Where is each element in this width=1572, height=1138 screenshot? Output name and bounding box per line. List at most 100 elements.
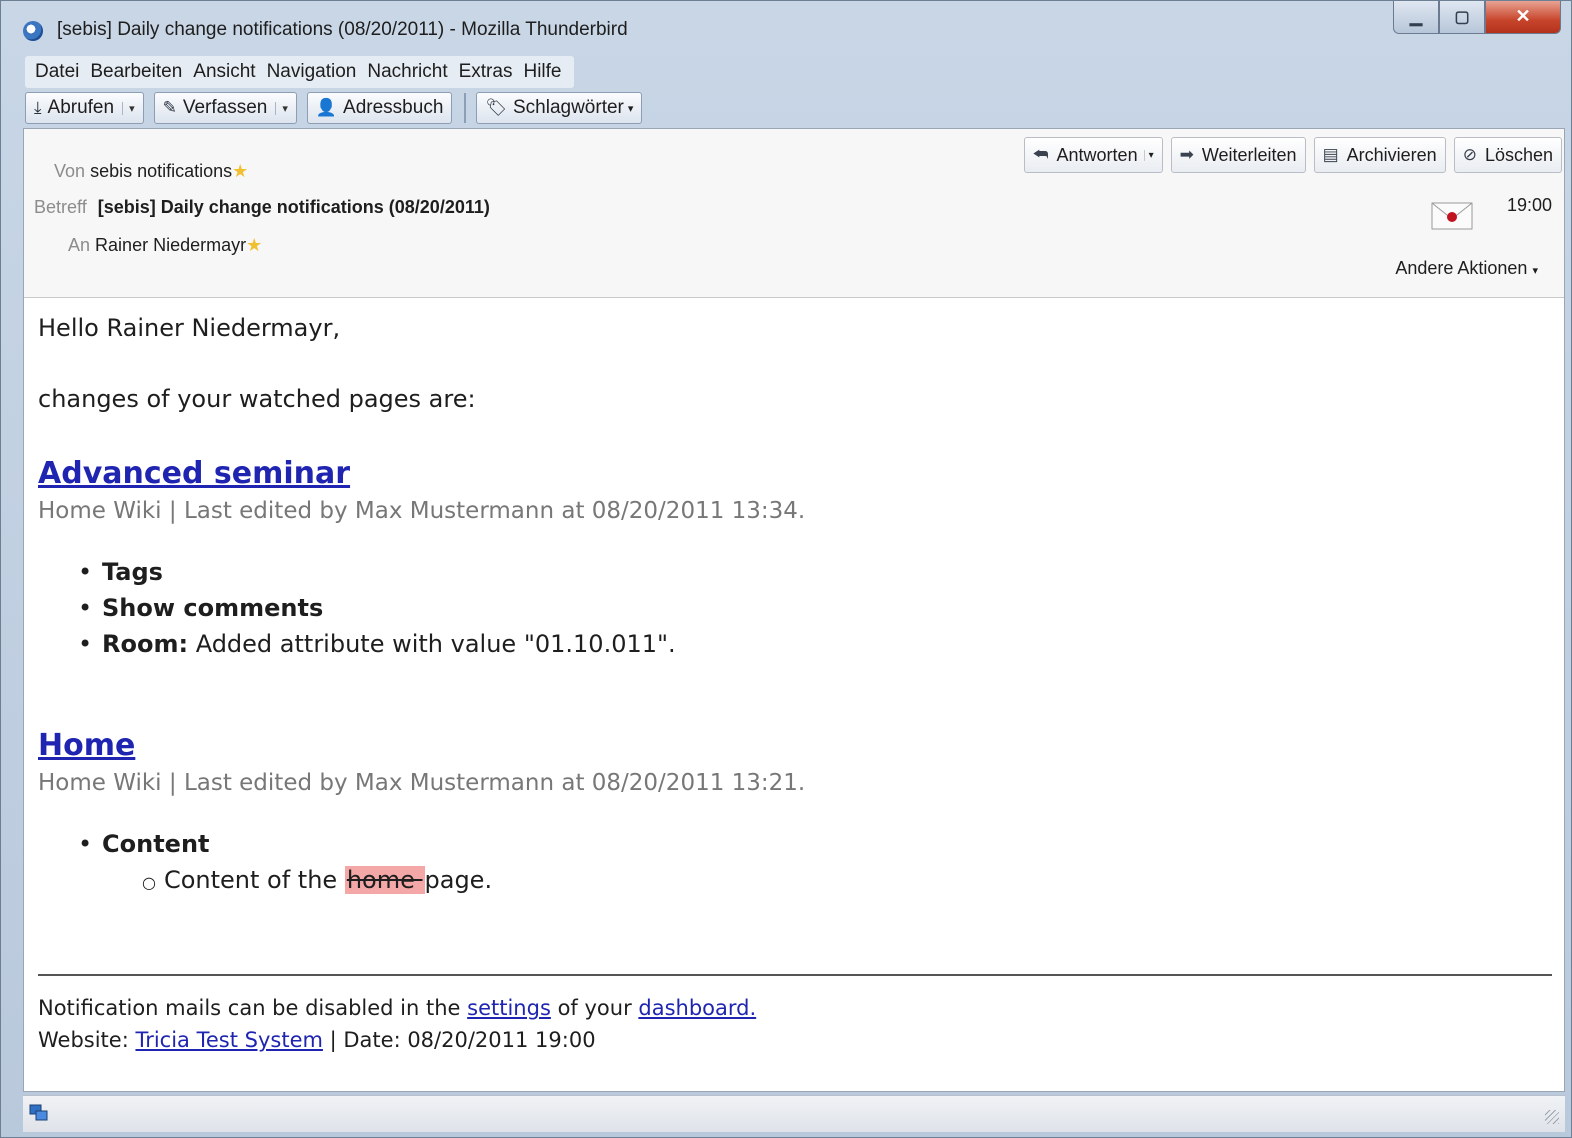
forward-button[interactable]: ➡ Weiterleiten (1170, 137, 1306, 173)
download-icon: ⤓ (34, 98, 42, 117)
sub-list-item: ○ Content of the home page. (142, 866, 492, 894)
list-item: Room: Added attribute with value "01.10.… (78, 630, 676, 666)
address-book-button[interactable]: 👤 Adressbuch (306, 92, 453, 124)
resize-grip[interactable] (1545, 1110, 1559, 1124)
forward-icon: ➡ (1179, 145, 1194, 164)
get-mail-label: Abrufen (47, 97, 115, 118)
status-bar (23, 1095, 1565, 1132)
dashboard-link[interactable]: dashboard. (638, 996, 756, 1020)
from-row: Von sebis notifications★ (54, 161, 248, 182)
close-icon: ✕ (1515, 6, 1531, 26)
title-bar: [sebis] Daily change notifications (08/2… (1, 1, 1571, 55)
settings-link[interactable]: settings (467, 996, 551, 1020)
maximize-button[interactable]: ▢ (1439, 1, 1485, 34)
tag-icon: 🏷 (485, 98, 507, 117)
footer-text: Notification mails can be disabled in th… (38, 996, 468, 1020)
delete-button[interactable]: ⊘ Löschen (1453, 137, 1562, 173)
close-button[interactable]: ✕ (1485, 1, 1561, 34)
status-icon[interactable] (29, 1104, 49, 1122)
compose-label: Verfassen (182, 97, 268, 118)
pencil-icon: ✎ (162, 98, 177, 117)
contact-icon: 👤 (315, 98, 338, 117)
from-label: Von (54, 161, 86, 181)
date-text: | Date: 08/20/2011 19:00 (322, 1028, 596, 1052)
section-title-link[interactable]: Home (38, 728, 135, 763)
section-meta: Home Wiki | Last edited by Max Musterman… (38, 770, 806, 796)
subject-row: Betreff [sebis] Daily change notificatio… (34, 197, 490, 218)
reply-dropdown[interactable]: ▾ (1143, 149, 1154, 161)
change-list: Tags Show comments Room: Added attribute… (78, 558, 676, 666)
main-toolbar: ⤓ Abrufen ▾ ✎ Verfassen ▾ 👤 Adressbuch 🏷… (25, 91, 652, 125)
footer-line-2: Website: Tricia Test System | Date: 08/2… (38, 1028, 596, 1052)
envelope-icon (1431, 202, 1473, 230)
greeting: Hello Rainer Niedermayr, (38, 314, 341, 342)
address-book-label: Adressbuch (343, 97, 444, 118)
thunderbird-window: [sebis] Daily change notifications (08/2… (0, 0, 1572, 1138)
menu-hilfe[interactable]: Hilfe (519, 56, 568, 88)
menu-bearbeiten[interactable]: Bearbeiten (86, 56, 189, 88)
archive-label: Archivieren (1346, 144, 1437, 165)
subject-label: Betreff (34, 197, 87, 217)
list-item: Tags (78, 558, 676, 594)
thunderbird-icon (23, 21, 43, 41)
circle-bullet-icon: ○ (142, 873, 156, 892)
menu-bar: Datei Bearbeiten Ansicht Navigation Nach… (25, 56, 575, 88)
footer-text: of your (550, 996, 639, 1020)
footer-line-1: Notification mails can be disabled in th… (38, 996, 756, 1020)
maximize-icon: ▢ (1454, 9, 1470, 26)
subject-value: [sebis] Daily change notifications (08/2… (97, 197, 490, 217)
menu-datei[interactable]: Datei (31, 56, 86, 88)
other-actions-label: Andere Aktionen (1395, 258, 1528, 278)
get-mail-dropdown[interactable]: ▾ (122, 101, 135, 115)
window-title: [sebis] Daily change notifications (08/2… (57, 19, 628, 40)
compose-button[interactable]: ✎ Verfassen ▾ (153, 92, 297, 124)
sub-text-after: page. (424, 866, 493, 894)
get-mail-button[interactable]: ⤓ Abrufen ▾ (25, 92, 144, 124)
reply-icon: ⮪ (1032, 145, 1049, 164)
compose-dropdown[interactable]: ▾ (275, 101, 288, 115)
menu-extras[interactable]: Extras (455, 56, 520, 88)
tags-dropdown-icon: ▾ (627, 102, 634, 115)
to-row: An Rainer Niedermayr★ (68, 235, 262, 256)
change-list: Content (78, 830, 210, 866)
toolbar-separator (464, 93, 467, 123)
section-meta: Home Wiki | Last edited by Max Musterman… (38, 498, 806, 524)
reply-button[interactable]: ⮪ Antworten ▾ (1023, 137, 1163, 173)
delete-label: Löschen (1484, 144, 1553, 165)
menu-navigation[interactable]: Navigation (263, 56, 364, 88)
minimize-icon: ▁ (1409, 9, 1423, 26)
star-icon[interactable]: ★ (246, 235, 262, 255)
message-time: 19:00 (1506, 195, 1552, 215)
to-value[interactable]: Rainer Niedermayr (95, 235, 246, 255)
reply-label: Antworten (1056, 144, 1138, 165)
footer-divider (38, 974, 1552, 976)
from-value[interactable]: sebis notifications (90, 161, 232, 181)
other-actions-button[interactable]: Andere Aktionen ▾ (1395, 258, 1538, 279)
archive-button[interactable]: ▤ Archivieren (1313, 137, 1446, 173)
caption-buttons: ▁ ▢ ✕ (1393, 1, 1561, 37)
message-header: Von sebis notifications★ Betreff [sebis]… (24, 129, 1564, 298)
forward-label: Weiterleiten (1201, 144, 1297, 165)
message-actions: ⮪ Antworten ▾ ➡ Weiterleiten ▤ Archivier… (1016, 137, 1562, 173)
menu-nachricht[interactable]: Nachricht (363, 56, 454, 88)
section-title-link[interactable]: Advanced seminar (38, 456, 350, 491)
menu-ansicht[interactable]: Ansicht (189, 56, 262, 88)
item-label: Show comments (102, 594, 324, 622)
minimize-button[interactable]: ▁ (1393, 1, 1439, 34)
delete-icon: ⊘ (1462, 145, 1477, 164)
item-label: Content (102, 830, 210, 858)
star-icon[interactable]: ★ (232, 161, 248, 181)
tags-button[interactable]: 🏷 Schlagwörter ▾ (476, 92, 643, 124)
intro-text: changes of your watched pages are: (38, 385, 476, 413)
deleted-text: home (344, 866, 425, 894)
list-item: Show comments (78, 594, 676, 630)
item-label: Tags (102, 558, 163, 586)
chevron-down-icon: ▾ (1532, 265, 1538, 277)
website-link[interactable]: Tricia Test System (135, 1028, 322, 1052)
list-item: Content (78, 830, 210, 866)
to-label: An (68, 235, 91, 255)
message-pane: Von sebis notifications★ Betreff [sebis]… (23, 128, 1565, 1092)
tags-label: Schlagwörter (512, 97, 624, 118)
sub-text-before: Content of the (163, 866, 345, 894)
item-text: Added attribute with value "01.10.011". (188, 630, 676, 658)
